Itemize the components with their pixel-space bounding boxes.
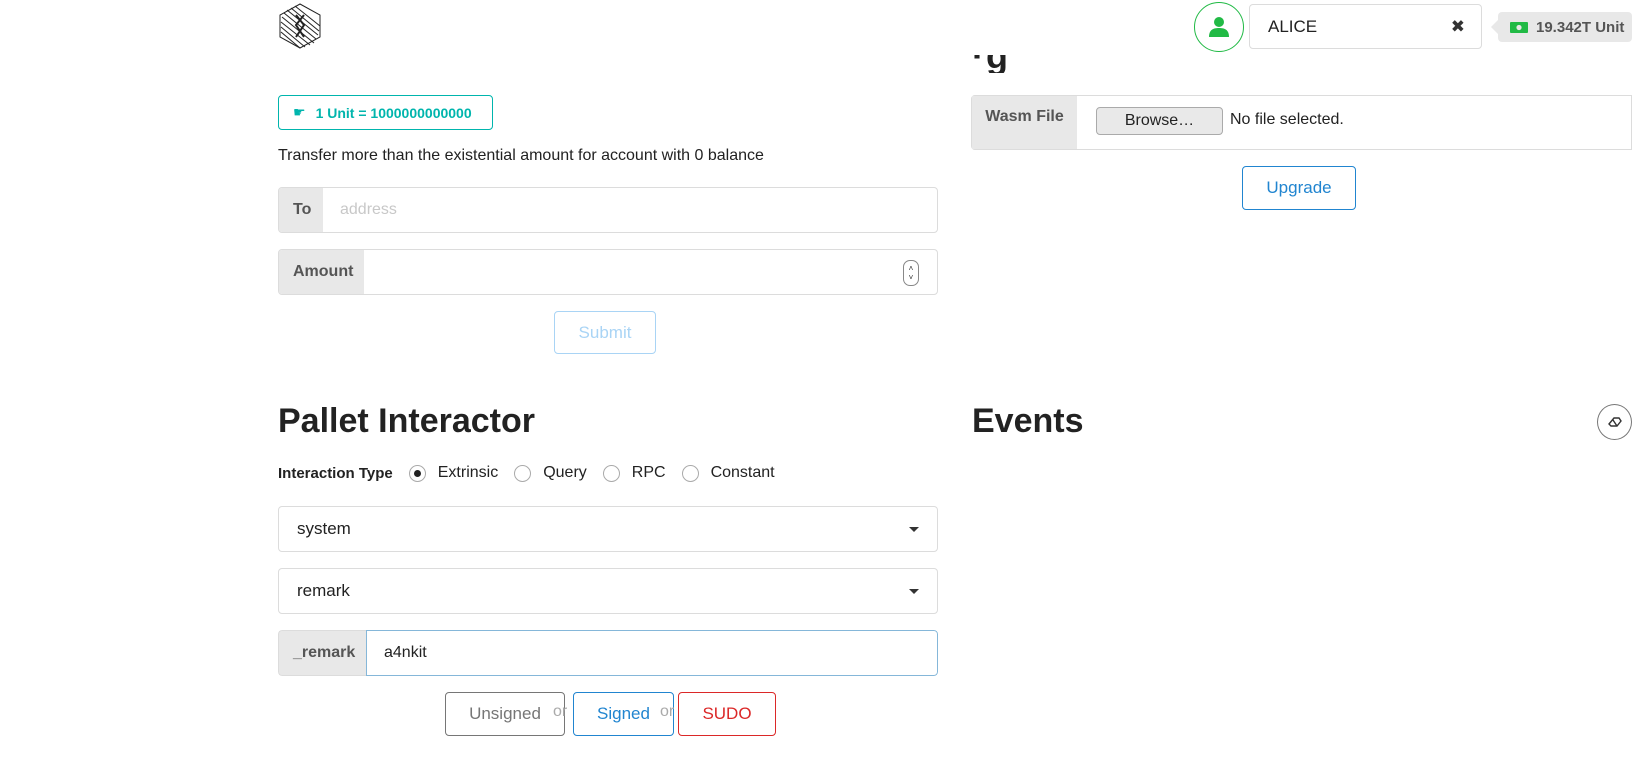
amount-spinner[interactable]: ˄ ˅	[903, 260, 919, 286]
upgrade-heading-cut: ·g	[972, 55, 1042, 73]
file-status: No file selected.	[1230, 111, 1344, 128]
radio-rpc[interactable]: RPC	[602, 464, 666, 482]
or-text: or	[660, 703, 675, 720]
money-icon	[1510, 21, 1528, 33]
submit-button-group: Unsigned or Signed or SUDO	[445, 692, 776, 736]
amount-input[interactable]	[364, 250, 937, 294]
signed-button[interactable]: Signed	[573, 692, 674, 736]
eraser-icon	[1607, 417, 1622, 427]
caret-down-icon	[909, 526, 919, 532]
call-select[interactable]: remark	[278, 568, 938, 614]
unit-label-text: 1 Unit = 1000000000000	[315, 104, 472, 121]
heading-fragment: ·g	[972, 55, 1010, 73]
unsigned-button[interactable]: Unsigned	[445, 692, 565, 736]
pallet-select-value: system	[297, 519, 351, 538]
close-icon[interactable]: ✖	[1451, 17, 1465, 37]
submit-button[interactable]: Submit	[554, 311, 656, 354]
remark-label: _remark	[278, 630, 366, 676]
or-text: or	[553, 703, 568, 720]
hand-point-right-icon: ☛	[293, 104, 306, 120]
to-label: To	[279, 188, 323, 232]
account-avatar[interactable]	[1194, 2, 1244, 52]
chevron-up-icon[interactable]: ˄	[909, 264, 914, 273]
chevron-down-icon[interactable]: ˅	[909, 273, 914, 282]
clear-events-button[interactable]	[1597, 404, 1632, 440]
pallet-interactor-title: Pallet Interactor	[278, 402, 535, 440]
interaction-type-label: Interaction Type	[278, 464, 393, 482]
transfer-hint: Transfer more than the existential amoun…	[278, 147, 764, 164]
account-selector[interactable]: ALICE ✖	[1249, 4, 1482, 49]
radio-label: Query	[543, 464, 587, 481]
radio-unchecked-icon[interactable]	[514, 464, 532, 482]
account-name: ALICE	[1268, 16, 1318, 36]
radio-checked-icon[interactable]	[408, 464, 426, 482]
wasm-file-field: Wasm File Browse… No file selected.	[971, 95, 1632, 150]
radio-label: RPC	[631, 464, 666, 481]
balance-badge: 19.342T Unit	[1491, 12, 1632, 42]
events-title: Events	[972, 402, 1084, 440]
interaction-type-group: Interaction Type Extrinsic Query RPC Con…	[278, 464, 791, 482]
radio-constant[interactable]: Constant	[681, 464, 775, 482]
radio-label: Extrinsic	[437, 464, 499, 481]
radio-unchecked-icon[interactable]	[681, 464, 699, 482]
radio-extrinsic[interactable]: Extrinsic	[408, 464, 499, 482]
user-icon	[1209, 17, 1229, 37]
call-select-value: remark	[297, 581, 350, 600]
pallet-select[interactable]: system	[278, 506, 938, 552]
browse-button[interactable]: Browse…	[1096, 107, 1223, 135]
radio-label: Constant	[710, 464, 775, 481]
to-address-input[interactable]	[323, 188, 937, 232]
sudo-button[interactable]: SUDO	[678, 692, 776, 736]
amount-field: Amount ˄ ˅	[278, 249, 938, 295]
unit-label: ☛ 1 Unit = 1000000000000	[278, 95, 493, 130]
remark-param-field: _remark	[278, 630, 938, 676]
remark-input[interactable]	[367, 631, 937, 675]
radio-unchecked-icon[interactable]	[602, 464, 620, 482]
balance-value: 19.342T Unit	[1536, 18, 1625, 36]
caret-down-icon	[909, 588, 919, 594]
radio-query[interactable]: Query	[514, 464, 587, 482]
upgrade-button[interactable]: Upgrade	[1242, 166, 1356, 210]
to-field: To	[278, 187, 938, 233]
wasm-file-label: Wasm File	[972, 96, 1077, 149]
amount-label: Amount	[279, 250, 364, 294]
app-logo	[278, 3, 322, 49]
